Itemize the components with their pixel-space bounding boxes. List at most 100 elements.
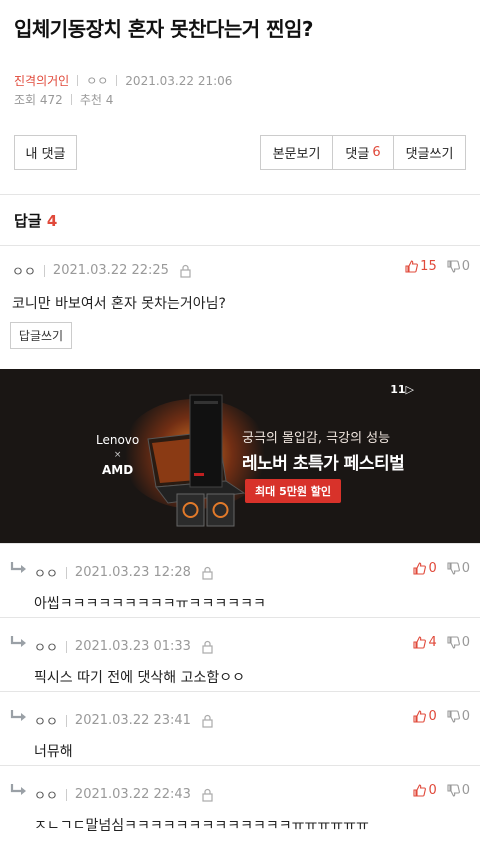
upvote-count: 0 [428, 783, 437, 798]
ad-brand-lenovo: Lenovo [96, 433, 140, 447]
post-stats: 조회 472 추천 4 [14, 91, 113, 108]
comment-votes: 0 0 [413, 783, 470, 798]
downvote-button[interactable]: 0 [447, 709, 470, 724]
comment-text: 픽시스 따기 전에 댓삭해 고소함ㅇㅇ [34, 670, 245, 686]
upvote-button[interactable]: 0 [413, 783, 437, 798]
thumbs-up-icon [413, 562, 427, 575]
post-nickname[interactable]: ㅇㅇ [86, 72, 108, 89]
replies-label: 답글 [14, 212, 42, 230]
row-divider [0, 691, 480, 692]
comment-datetime: 2021.03.22 23:41 [74, 713, 191, 728]
comment-meta: ㅇㅇ 2021.03.22 22:43 [34, 785, 214, 804]
lock-icon [202, 714, 213, 728]
comment-nick[interactable]: ㅇㅇ [34, 563, 58, 582]
upvote-button[interactable]: 4 [413, 635, 437, 650]
post-title: 입체기동장치 혼자 못찬다는거 찐임? [14, 17, 314, 41]
meta-divider [65, 714, 67, 727]
downvote-count: 0 [461, 783, 470, 798]
reply-arrow-icon [10, 784, 26, 795]
ad-discount-badge: 최대 5만원 할인 [245, 479, 342, 503]
main-comment-meta: ㅇㅇ 2021.03.22 22:25 [12, 261, 192, 280]
thumbs-down-icon [447, 784, 460, 797]
upvote-count: 4 [428, 635, 437, 650]
view-post-label: 본문보기 [272, 147, 321, 162]
downvote-count: 0 [461, 259, 470, 274]
desktop-tower-image [189, 394, 223, 488]
ad-brand: Lenovo × AMD [96, 433, 139, 478]
section-divider [0, 245, 480, 246]
thumbs-down-icon [447, 710, 460, 723]
write-reply-button[interactable]: 답글쓰기 [10, 322, 72, 349]
ryzen-badges [176, 493, 235, 527]
lock-icon [202, 788, 213, 802]
thumbs-down-icon [447, 260, 460, 273]
ad-brand-x: × [113, 450, 122, 460]
upvote-count: 15 [420, 259, 437, 274]
downvote-button[interactable]: 0 [447, 561, 470, 576]
thumbs-up-icon [413, 636, 427, 649]
post-views: 조회 472 [14, 93, 63, 107]
write-comment-label: 댓글쓰기 [405, 147, 454, 162]
comment-datetime: 2021.03.22 22:43 [74, 787, 191, 802]
thumbs-up-icon [413, 784, 427, 797]
replies-header: 답글 4 [14, 210, 57, 231]
comment-meta: ㅇㅇ 2021.03.23 12:28 [34, 563, 214, 582]
row-divider [0, 543, 480, 544]
downvote-count: 0 [461, 709, 470, 724]
upvote-button[interactable]: 0 [413, 709, 437, 724]
thumbs-up-icon [413, 710, 427, 723]
comment-meta: ㅇㅇ 2021.03.23 01:33 [34, 637, 214, 656]
comments-label: 댓글 [345, 147, 370, 162]
upvote-button[interactable]: 0 [413, 561, 437, 576]
meta-divider [116, 75, 118, 86]
reply-arrow-icon [10, 636, 26, 647]
lock-icon [180, 264, 191, 278]
comment-datetime: 2021.03.23 12:28 [74, 565, 191, 580]
row-divider [0, 617, 480, 618]
comment-nick[interactable]: ㅇㅇ [12, 261, 36, 280]
store-logo: 11▷ [390, 383, 414, 396]
comment-text: ㅈㄴㄱㄷ말넘심ㅋㅋㅋㅋㅋㅋㅋㅋㅋㅋㅋㅋㅋㅠㅠㅠㅠㅠㅠ [34, 818, 369, 834]
main-comment-text: 코니만 바보여서 혼자 못차는거아님? [12, 296, 226, 312]
upvote-count: 0 [428, 709, 437, 724]
downvote-count: 0 [461, 561, 470, 576]
comment-datetime: 2021.03.23 01:33 [74, 639, 191, 654]
meta-divider [65, 640, 67, 653]
row-divider [0, 765, 480, 766]
post-meta: 진격의거인 ㅇㅇ 2021.03.22 21:06 [14, 72, 232, 89]
meta-divider [70, 94, 72, 105]
comment-datetime: 2021.03.22 22:25 [52, 263, 169, 278]
comment-votes: 4 0 [413, 635, 470, 650]
meta-divider [65, 788, 67, 801]
downvote-button[interactable]: 0 [447, 259, 470, 274]
comment-nick[interactable]: ㅇㅇ [34, 785, 58, 804]
comment-votes: 0 0 [413, 709, 470, 724]
write-comment-button[interactable]: 댓글쓰기 [393, 136, 465, 169]
thumbs-up-icon [405, 260, 419, 273]
downvote-button[interactable]: 0 [447, 783, 470, 798]
comment-votes: 0 0 [413, 561, 470, 576]
comment-nick[interactable]: ㅇㅇ [34, 637, 58, 656]
downvote-button[interactable]: 0 [447, 635, 470, 650]
comments-count: 6 [372, 145, 381, 160]
ad-banner[interactable]: Lenovo × AMD 11▷ 궁극의 몰입감, 극강의 성능 레노버 초특가… [0, 369, 480, 543]
comment-meta: ㅇㅇ 2021.03.22 23:41 [34, 711, 214, 730]
my-comments-button[interactable]: 내 댓글 [14, 135, 77, 170]
lock-icon [202, 566, 213, 580]
upvote-count: 0 [428, 561, 437, 576]
main-comment-votes: 15 0 [405, 259, 470, 274]
meta-divider [77, 75, 79, 86]
reply-arrow-icon [10, 562, 26, 573]
post-author[interactable]: 진격의거인 [14, 72, 69, 89]
comments-button[interactable]: 댓글 6 [332, 136, 393, 169]
reply-arrow-icon [10, 710, 26, 721]
downvote-count: 0 [461, 635, 470, 650]
comment-nick[interactable]: ㅇㅇ [34, 711, 58, 730]
ad-title: 레노버 초특가 페스티벌 [242, 454, 405, 474]
view-post-button[interactable]: 본문보기 [261, 136, 332, 169]
comment-toolbar: 본문보기 댓글 6 댓글쓰기 [260, 135, 466, 170]
lock-icon [202, 640, 213, 654]
replies-count: 4 [46, 212, 58, 230]
section-divider [0, 194, 480, 195]
upvote-button[interactable]: 15 [405, 259, 437, 274]
